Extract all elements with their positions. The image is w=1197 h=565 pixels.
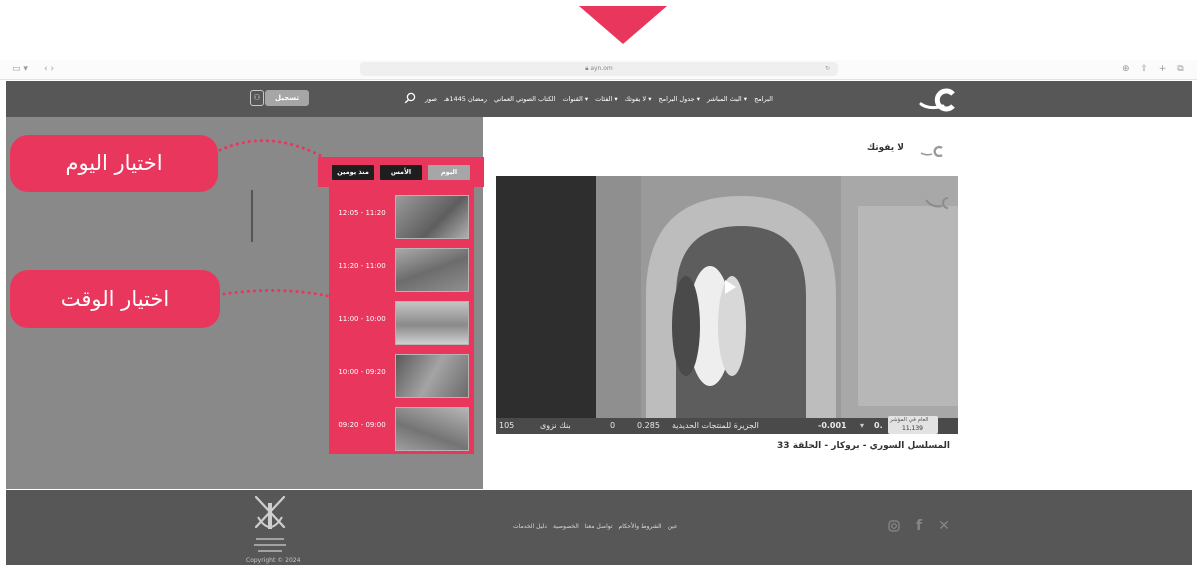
slot-thumbnail[interactable] [395, 301, 469, 345]
footer-link-contact[interactable]: تواصل معنا [585, 523, 613, 530]
callout-connectors [218, 139, 330, 298]
nav-item-programs[interactable]: البرامج [754, 95, 773, 103]
slot-time: 12:05 - 11:20 [338, 209, 386, 217]
schedule-slot[interactable]: 10:00 - 09:20 [329, 350, 474, 403]
section-title: لا يفوتك [866, 143, 904, 153]
nav-item-dont-miss[interactable]: لا يفوتك ▾ [625, 95, 652, 103]
video-caption: المسلسل السوري - بروكار - الحلقة 33 [777, 441, 950, 451]
ticker-bank: بنك نزوى [540, 421, 571, 430]
ticker-value-285: 0.285 [637, 421, 660, 430]
nav-item-audiobook[interactable]: الكتاب الصوتي العماني [494, 95, 555, 103]
ticker-value: 105 [499, 421, 515, 430]
slot-time: 10:00 - 09:20 [338, 368, 386, 376]
login-button[interactable]: تسجيل [265, 90, 309, 106]
site-logo[interactable] [919, 86, 959, 112]
main-nav: البرامج البث المباشر ▾ جدول البرامج ▾ لا… [425, 93, 773, 105]
callout-select-day: اختيار اليوم [10, 135, 218, 192]
nav-item-categories[interactable]: الفئات ▾ [595, 95, 617, 103]
nav-item-channels[interactable]: القنوات ▾ [562, 95, 588, 103]
ticker-index-label: العام في المؤشر [890, 417, 929, 423]
channel-logo [920, 145, 943, 157]
copyright-text: Copyright © 2024 [246, 557, 301, 564]
ticker-zero: 0 [610, 421, 616, 430]
video-frame [496, 176, 958, 434]
sidebar-toggle-icon[interactable]: ▭ ▾ [12, 64, 28, 74]
tab-yesterday[interactable]: الأمس [380, 165, 422, 180]
slot-thumbnail[interactable] [395, 248, 469, 292]
ticker-headline: الجزيرة للمنتجات الحديدية [672, 421, 759, 430]
user-icon[interactable]: ⚇ [250, 90, 264, 106]
slot-time: 09:20 - 09:00 [338, 421, 386, 429]
nav-item-schedule[interactable]: جدول البرامج ▾ [658, 95, 700, 103]
slot-thumbnail[interactable] [395, 407, 469, 451]
slot-time: 11:20 - 11:00 [338, 262, 386, 270]
nav-item-ramadan[interactable]: رمضان 1445هـ [444, 95, 487, 103]
news-ticker: 105 بنك نزوى 0 0.285 الجزيرة للمنتجات ال… [496, 416, 958, 434]
video-player[interactable] [496, 176, 958, 434]
callout-select-time: اختيار الوقت [10, 270, 220, 328]
schedule-list: 12:05 - 11:20 11:20 - 11:00 11:00 - 10:0… [329, 187, 474, 454]
page-edge [1192, 81, 1197, 565]
schedule-slot[interactable]: 11:20 - 11:00 [329, 244, 474, 297]
oman-emblem-logo [254, 495, 286, 552]
reload-icon[interactable]: ↻ [825, 62, 830, 76]
ticker-index-value: 11,139 [902, 425, 923, 432]
footer-links: عين الشروط والأحكام تواصل معنا الخصوصية … [513, 523, 678, 530]
x-twitter-icon[interactable]: ✕ [932, 514, 956, 538]
nav-arrows-icon[interactable]: ‹ › [44, 64, 54, 74]
slot-thumbnail[interactable] [395, 354, 469, 398]
slot-thumbnail[interactable] [395, 195, 469, 239]
index-box: العام في المؤشر 11,139 [888, 416, 938, 434]
nav-item-photos[interactable]: صور [425, 95, 437, 103]
ticker-index-prefix: 0. [874, 421, 883, 430]
divider-line [251, 190, 253, 242]
instagram-icon[interactable] [882, 514, 906, 538]
search-icon[interactable] [404, 92, 416, 104]
indicator-arrow [579, 6, 667, 44]
tab-today[interactable]: اليوم [428, 165, 470, 180]
schedule-slot[interactable]: 12:05 - 11:20 [329, 191, 474, 244]
footer-link-services[interactable]: دليل الخدمات [513, 523, 547, 530]
schedule-slot[interactable]: 11:00 - 10:00 [329, 297, 474, 350]
address-bar[interactable]: 🔒︎ ayn.om ↻ [360, 62, 838, 76]
url-text: ayn.om [590, 65, 613, 72]
slot-time: 11:00 - 10:00 [338, 315, 386, 323]
facebook-icon[interactable]: f [907, 514, 931, 538]
footer-link-terms[interactable]: الشروط والأحكام [619, 523, 662, 530]
tab-two-days-ago[interactable]: منذ يومين [332, 165, 374, 180]
nav-item-live[interactable]: البث المباشر ▾ [707, 95, 747, 103]
schedule-slot[interactable]: 09:20 - 09:00 [329, 403, 474, 456]
footer-link-ayn[interactable]: عين [668, 523, 678, 530]
ticker-change: -0.001 [818, 421, 847, 430]
ticker-down-icon: ▾ [860, 421, 865, 430]
footer-link-privacy[interactable]: الخصوصية [553, 523, 579, 530]
browser-actions-icon[interactable]: ⊕ ⇧ + ⧉ [1122, 64, 1188, 74]
